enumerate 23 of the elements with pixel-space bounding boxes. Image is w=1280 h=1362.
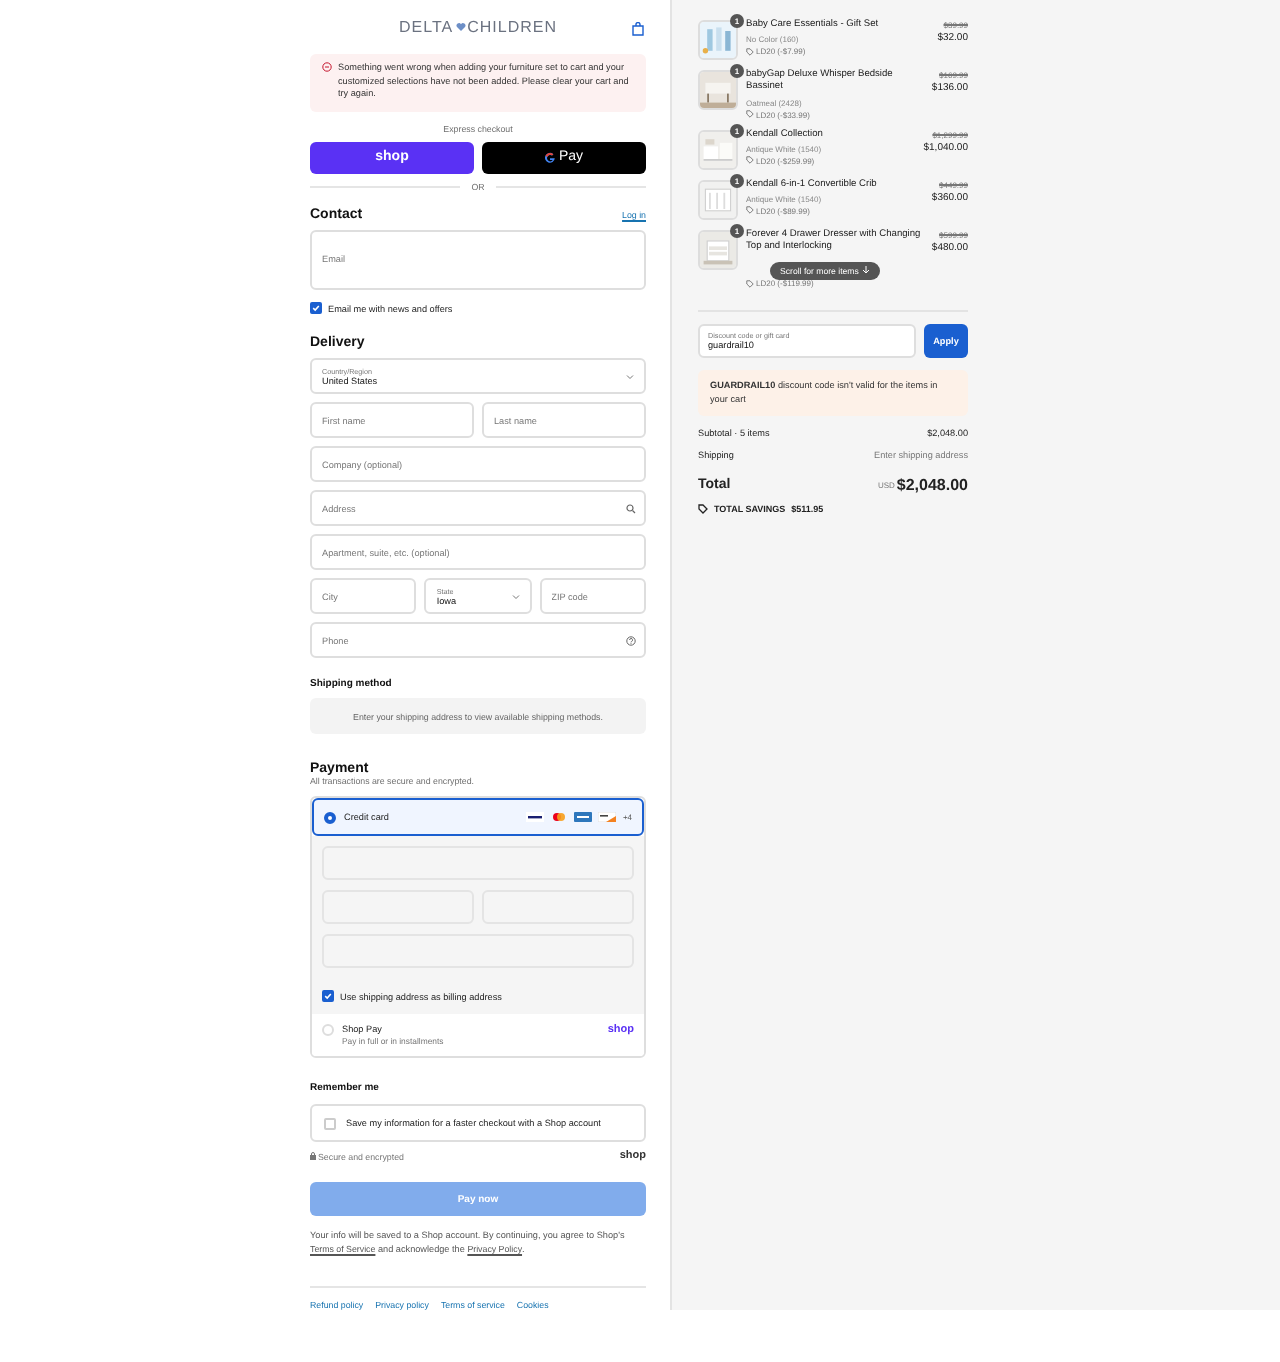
checkbox[interactable] bbox=[322, 990, 334, 1002]
card-logo-icon bbox=[526, 812, 545, 822]
lock-icon bbox=[310, 1152, 316, 1160]
store-logo[interactable]: DELTA CHILDREN bbox=[398, 18, 557, 36]
card-logo-icon bbox=[574, 812, 593, 822]
tag-icon bbox=[746, 110, 754, 119]
tag-icon bbox=[746, 279, 754, 288]
chevron-down-icon bbox=[511, 593, 520, 599]
checkbox[interactable] bbox=[310, 302, 322, 314]
help-icon[interactable] bbox=[626, 635, 636, 645]
google-g-icon bbox=[544, 151, 557, 163]
card-logo-icon bbox=[598, 812, 617, 822]
warning-icon bbox=[322, 62, 332, 72]
tag-icon bbox=[746, 206, 754, 215]
arrow-down-icon bbox=[862, 266, 871, 275]
shopping-bag-icon[interactable] bbox=[632, 22, 644, 36]
tag-icon bbox=[746, 47, 754, 56]
search-icon bbox=[626, 503, 636, 513]
tag-icon bbox=[746, 156, 754, 165]
chevron-down-icon bbox=[626, 373, 634, 379]
total-amount: $2,048.00 bbox=[896, 476, 968, 495]
card-logo-icon bbox=[550, 812, 569, 822]
tag-icon bbox=[698, 504, 708, 515]
